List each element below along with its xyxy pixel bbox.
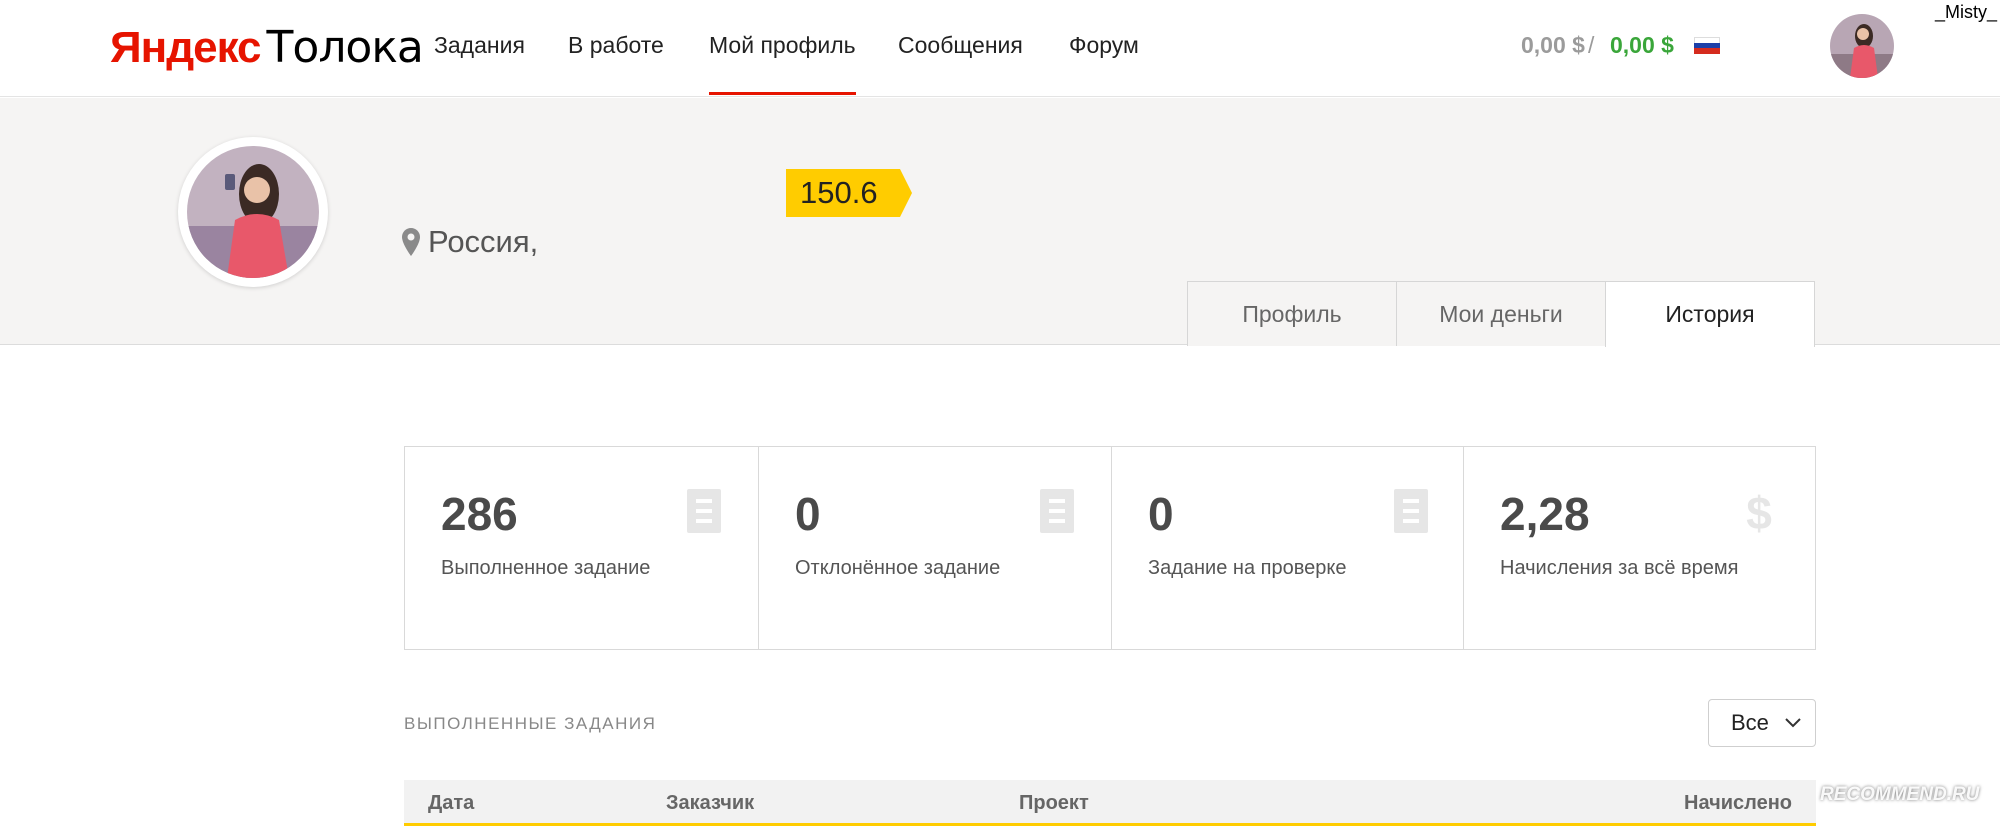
stat-label: Выполненное задание: [441, 557, 651, 579]
chevron-down-icon: [1785, 718, 1801, 728]
stat-value: 286: [441, 488, 518, 540]
tab-my-money[interactable]: Мои деньги: [1396, 281, 1606, 346]
section-title: ВЫПОЛНЕННЫЕ ЗАДАНИЯ: [404, 714, 657, 733]
username: _Misty_: [1935, 2, 1998, 22]
document-icon: [1040, 489, 1074, 533]
nav-forum[interactable]: Форум: [1069, 32, 1139, 59]
tab-history[interactable]: История: [1605, 281, 1815, 347]
nav-tasks[interactable]: Задания: [434, 32, 525, 59]
table-header: Дата Заказчик Проект Начислено: [404, 780, 1816, 826]
nav-in-progress[interactable]: В работе: [568, 32, 664, 59]
tab-profile[interactable]: Профиль: [1187, 281, 1397, 346]
stat-label: Отклонённое задание: [795, 557, 1001, 579]
watermark: RECOMMEND.RU: [1820, 784, 1980, 805]
stat-label: Задание на проверке: [1148, 557, 1347, 579]
stat-value: 2,28: [1500, 488, 1590, 540]
user-avatar[interactable]: [1830, 14, 1894, 78]
logo-brand: Яндекс: [110, 23, 262, 72]
stat-rejected: 0 Отклонённое задание: [759, 447, 1112, 649]
balance-separator: /: [1588, 32, 1595, 58]
rating-badge: 150.6: [786, 169, 912, 217]
document-icon: [687, 489, 721, 533]
stat-on-review: 0 Задание на проверке: [1112, 447, 1464, 649]
column-project[interactable]: Проект: [1019, 792, 1089, 815]
stats-panel: 286 Выполненное задание 0 Отклонённое за…: [404, 446, 1816, 650]
yandex-toloka-logo[interactable]: Яндекс Толока: [110, 22, 424, 73]
location-pin-icon: [402, 228, 420, 256]
nav-my-profile[interactable]: Мой профиль: [709, 32, 856, 95]
logo-product: Толока: [266, 22, 424, 73]
top-header: Яндекс Толока Задания В работе Мой профил…: [0, 0, 2000, 97]
stat-value: 0: [1148, 488, 1174, 540]
balance-pending[interactable]: 0,00 $: [1521, 32, 1585, 59]
russia-flag-icon[interactable]: [1694, 37, 1720, 54]
column-earned[interactable]: Начислено: [1684, 792, 1792, 815]
location-text: Россия,: [428, 224, 539, 259]
column-requester[interactable]: Заказчик: [666, 792, 754, 815]
svg-text:$: $: [1746, 489, 1772, 535]
filter-value: Все: [1731, 710, 1769, 735]
stat-value: 0: [795, 488, 821, 540]
stat-completed: 286 Выполненное задание: [405, 447, 759, 649]
dollar-icon: $: [1746, 489, 1772, 535]
profile-location: Россия,: [402, 224, 538, 260]
document-icon: [1394, 489, 1428, 533]
stat-label: Начисления за всё время: [1500, 557, 1739, 579]
balance-available[interactable]: 0,00 $: [1610, 32, 1674, 59]
nav-messages[interactable]: Сообщения: [898, 32, 1023, 59]
column-date[interactable]: Дата: [428, 792, 474, 815]
filter-select[interactable]: Все: [1708, 699, 1816, 747]
profile-avatar[interactable]: [178, 137, 328, 287]
stat-earnings: 2,28 Начисления за всё время $: [1464, 447, 1815, 649]
